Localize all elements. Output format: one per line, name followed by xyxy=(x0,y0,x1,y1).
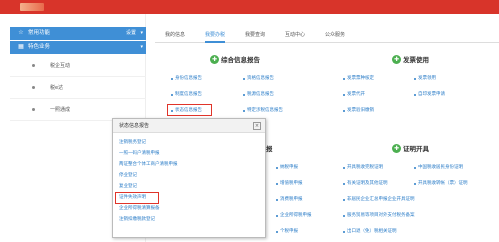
sidebar-item-label: 税e达 xyxy=(50,85,64,91)
link-specific-tax-report[interactable]: 特定涉税信息报告 xyxy=(247,107,283,114)
popup-link-suspend[interactable]: 停业登记 xyxy=(119,172,137,179)
main-tabs: 我的信息 我要办税 我要查询 互动中心 公众服务 xyxy=(155,27,499,43)
bullet-icon xyxy=(343,231,345,233)
tab-public-service[interactable]: 公众服务 xyxy=(325,30,345,43)
bullet-icon xyxy=(343,78,345,80)
link-resident-cert[interactable]: 中国税收居民身份证明 xyxy=(418,164,463,171)
popup-link-certificate-invalid[interactable]: 证件失效声明 xyxy=(119,194,146,201)
link-invoice-type[interactable]: 发票票种核定 xyxy=(347,75,374,82)
link-identity-report[interactable]: 身份信息报告 xyxy=(175,75,202,82)
link-declaration-2[interactable]: 增值税申报 xyxy=(280,180,303,187)
link-qualification-report[interactable]: 资格信息报告 xyxy=(247,75,274,82)
bullet-icon xyxy=(414,183,416,185)
popup-link-income-tax-clearing[interactable]: 企业所得税清算报备 xyxy=(119,205,160,212)
popup-link-withholding-deregister[interactable]: 注销扣缴税款登记 xyxy=(119,216,155,223)
section-title-certificate: 证明开具 xyxy=(403,145,429,153)
bullet-icon xyxy=(414,167,416,169)
link-export-refund[interactable]: 出口退（免）税相关证明 xyxy=(347,228,397,235)
bullet-icon xyxy=(243,110,245,112)
bullet-icon xyxy=(276,183,278,185)
popup-title: 状态信息报告 xyxy=(119,123,150,129)
bullet-icon xyxy=(276,167,278,169)
site-logo[interactable] xyxy=(20,3,44,11)
link-transfer-cert[interactable]: 开具税收转帐（票）证明 xyxy=(418,180,468,187)
link-declaration-3[interactable]: 消费税申报 xyxy=(280,196,303,203)
popup-header: 状态信息报告 × xyxy=(113,119,265,133)
sidebar-section-common[interactable]: ☆ 常用功能 设置 ▾ xyxy=(10,27,146,40)
link-self-print[interactable]: 自印发票申请 xyxy=(418,91,445,98)
link-nonresident-cert[interactable]: 非居民企业汇总申报企业开具证明 xyxy=(347,196,415,203)
bullet-icon xyxy=(343,199,345,201)
link-status-report[interactable]: 状态信息报告 xyxy=(175,107,202,114)
link-invoice-issue[interactable]: 发票代开 xyxy=(347,91,365,98)
link-declaration-5[interactable]: 个税申报 xyxy=(280,228,298,235)
bullet-icon xyxy=(32,86,35,89)
close-icon[interactable]: × xyxy=(253,122,261,130)
bullet-icon xyxy=(32,64,35,67)
sidebar-section-label: 常用功能 xyxy=(28,30,51,36)
link-invoice-cancel[interactable]: 发票验旧缴销 xyxy=(347,107,374,114)
bullet-icon xyxy=(343,183,345,185)
link-service-trade[interactable]: 服务贸易等项目对外支付税务备案 xyxy=(347,212,415,219)
tab-tax-handling[interactable]: 我要办税 xyxy=(205,30,226,43)
sidebar-section-special[interactable]: ▦ 特色业务 ▾ xyxy=(10,41,146,54)
tab-interaction[interactable]: 互动中心 xyxy=(285,30,305,43)
bullet-icon xyxy=(343,215,345,217)
bullet-icon xyxy=(243,94,245,96)
status-report-popup: 状态信息报告 × 注销税务登记 一照一码户清税申报 两证整合个体工商户清税申报 … xyxy=(112,118,266,238)
link-tax-payment-cert[interactable]: 开具税收完税证明 xyxy=(347,164,383,171)
section-icon: ✚ xyxy=(392,55,401,64)
bullet-icon xyxy=(343,167,345,169)
section-icon: ✚ xyxy=(210,55,219,64)
popup-link-one-code-clearance[interactable]: 一照一码户清税申报 xyxy=(119,150,160,157)
sidebar-item[interactable]: 税e达 xyxy=(10,77,146,99)
tab-query[interactable]: 我要查询 xyxy=(245,30,265,43)
tab-my-info[interactable]: 我的信息 xyxy=(165,30,185,43)
sidebar-item-label: 税企互动 xyxy=(50,63,71,69)
bullet-icon xyxy=(276,215,278,217)
bullet-icon xyxy=(171,94,173,96)
star-icon: ☆ xyxy=(18,29,24,36)
sidebar-item[interactable]: 税企互动 xyxy=(10,55,146,77)
chevron-down-icon[interactable]: ▾ xyxy=(140,44,143,51)
sidebar-item-label: 一照通成 xyxy=(50,107,71,113)
settings-link[interactable]: 设置 xyxy=(126,30,136,37)
popup-link-resume[interactable]: 复业登记 xyxy=(119,183,137,190)
section-title-partial: 报 xyxy=(266,145,273,153)
bullet-icon xyxy=(171,110,173,112)
bullet-icon xyxy=(414,94,416,96)
bullet-icon xyxy=(32,108,35,111)
link-declaration-4[interactable]: 企业所得税申报 xyxy=(280,212,312,219)
bullet-icon xyxy=(414,78,416,80)
grid-icon: ▦ xyxy=(18,43,24,50)
link-other-cert[interactable]: 有关证明及其他证明 xyxy=(347,180,388,187)
chevron-down-icon[interactable]: ▾ xyxy=(140,30,143,37)
bullet-icon xyxy=(171,78,173,80)
bullet-icon xyxy=(276,199,278,201)
sidebar-section-label: 特色业务 xyxy=(28,44,51,50)
link-tax-source-report[interactable]: 税源信息报告 xyxy=(247,91,274,98)
top-header-bar xyxy=(0,0,499,14)
bullet-icon xyxy=(343,110,345,112)
section-icon: ✚ xyxy=(392,144,401,153)
popup-link-two-cert-clearance[interactable]: 两证整合个体工商户清税申报 xyxy=(119,161,178,168)
bullet-icon xyxy=(243,78,245,80)
link-invoice-receive[interactable]: 发票领用 xyxy=(418,75,436,82)
popup-link-deregister[interactable]: 注销税务登记 xyxy=(119,139,146,146)
bullet-icon xyxy=(276,231,278,233)
section-title-comprehensive: 综合信息报告 xyxy=(221,56,260,64)
link-system-report[interactable]: 制度信息报告 xyxy=(175,91,202,98)
section-title-invoice: 发票使用 xyxy=(403,56,429,64)
link-declaration-1[interactable]: 纳税申报 xyxy=(280,164,298,171)
bullet-icon xyxy=(343,94,345,96)
